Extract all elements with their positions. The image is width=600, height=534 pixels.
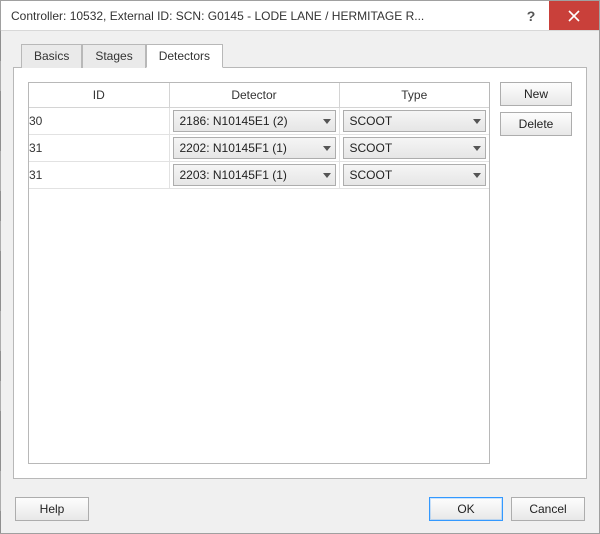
titlebar-buttons: ?	[513, 1, 599, 30]
id-value: 31	[29, 168, 42, 182]
col-id[interactable]: ID	[29, 83, 169, 108]
table-row[interactable]: 30 2186: N10145E1 (2) SCOOT	[29, 108, 489, 135]
grid-header-row: ID Detector Type	[29, 83, 489, 108]
decorative-strip	[0, 31, 1, 533]
close-icon	[568, 10, 580, 22]
chevron-down-icon	[473, 173, 481, 178]
detector-value: 2202: N10145F1 (1)	[180, 141, 319, 155]
tab-pane-detectors: ID Detector Type 30 2186: N10145E1 (2) SCO…	[13, 67, 587, 479]
tab-stages[interactable]: Stages	[82, 44, 145, 68]
close-button[interactable]	[549, 1, 599, 30]
type-value: SCOOT	[350, 168, 470, 182]
tab-detectors[interactable]: Detectors	[146, 44, 223, 68]
chevron-down-icon	[323, 146, 331, 151]
id-cell[interactable]: 31	[29, 135, 169, 162]
type-combo[interactable]: SCOOT	[343, 137, 487, 159]
table-row[interactable]: 31 2203: N10145F1 (1) SCOOT	[29, 162, 489, 189]
ok-button[interactable]: OK	[429, 497, 503, 521]
client-area: Basics Stages Detectors	[1, 31, 599, 487]
type-value: SCOOT	[350, 114, 470, 128]
table-row[interactable]: 31 2202: N10145F1 (1) SCOOT	[29, 135, 489, 162]
help-icon[interactable]: ?	[513, 1, 549, 30]
delete-button[interactable]: Delete	[500, 112, 572, 136]
col-detector[interactable]: Detector	[169, 83, 339, 108]
id-cell[interactable]: 30	[29, 108, 169, 135]
id-value: 31	[29, 141, 42, 155]
tab-label: Basics	[34, 49, 69, 63]
detector-combo[interactable]: 2186: N10145E1 (2)	[173, 110, 336, 132]
chevron-down-icon	[323, 119, 331, 124]
chevron-down-icon	[323, 173, 331, 178]
chevron-down-icon	[473, 146, 481, 151]
detector-value: 2203: N10145F1 (1)	[180, 168, 319, 182]
tab-label: Detectors	[159, 49, 210, 63]
tab-label: Stages	[95, 49, 132, 63]
tab-strip: Basics Stages Detectors	[13, 43, 587, 67]
col-type[interactable]: Type	[339, 83, 489, 108]
window-title: Controller: 10532, External ID: SCN: G01…	[11, 9, 513, 23]
dialog-window: Controller: 10532, External ID: SCN: G01…	[0, 0, 600, 534]
cancel-button[interactable]: Cancel	[511, 497, 585, 521]
tab-basics[interactable]: Basics	[21, 44, 82, 68]
type-combo[interactable]: SCOOT	[343, 110, 487, 132]
type-value: SCOOT	[350, 141, 470, 155]
type-combo[interactable]: SCOOT	[343, 164, 487, 186]
help-button[interactable]: Help	[15, 497, 89, 521]
detector-combo[interactable]: 2203: N10145F1 (1)	[173, 164, 336, 186]
id-value: 30	[29, 114, 42, 128]
chevron-down-icon	[473, 119, 481, 124]
detector-value: 2186: N10145E1 (2)	[180, 114, 319, 128]
id-cell[interactable]: 31	[29, 162, 169, 189]
detectors-grid: ID Detector Type 30 2186: N10145E1 (2) SCO…	[28, 82, 490, 464]
detector-combo[interactable]: 2202: N10145F1 (1)	[173, 137, 336, 159]
side-button-column: New Delete	[500, 82, 572, 464]
dialog-footer: Help OK Cancel	[1, 487, 599, 533]
titlebar: Controller: 10532, External ID: SCN: G01…	[1, 1, 599, 31]
new-button[interactable]: New	[500, 82, 572, 106]
